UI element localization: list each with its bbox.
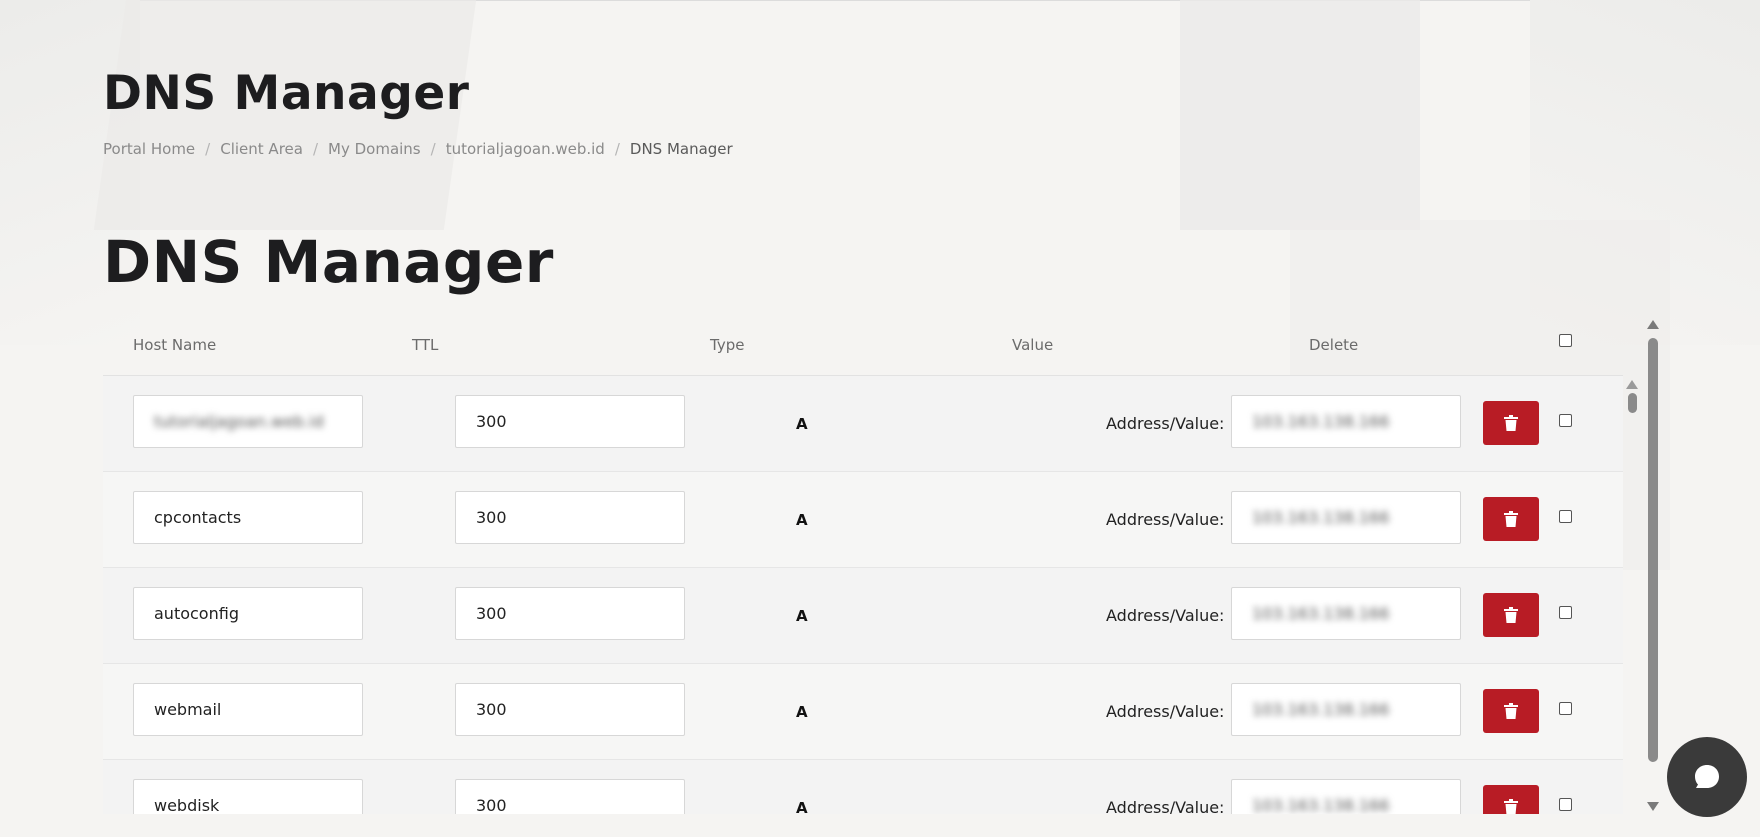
breadcrumb-separator: /	[312, 140, 319, 158]
address-value-input[interactable]: 103.163.138.166	[1231, 587, 1461, 640]
address-value-input[interactable]: 103.163.138.166	[1231, 491, 1461, 544]
record-type: A	[796, 511, 808, 529]
record-type: A	[796, 415, 808, 433]
delete-record-button[interactable]	[1483, 497, 1539, 541]
delete-record-button[interactable]	[1483, 689, 1539, 733]
top-border	[0, 0, 1760, 1]
trash-icon	[1504, 607, 1518, 623]
address-value-input[interactable]: 103.163.138.166	[1231, 395, 1461, 448]
scroll-up-arrow-icon[interactable]	[1647, 320, 1659, 329]
breadcrumb-separator: /	[205, 140, 211, 158]
breadcrumb-current: DNS Manager	[629, 140, 733, 158]
table-row: cpcontacts 300 A Address/Value: 103.163.…	[103, 472, 1623, 568]
delete-record-button[interactable]	[1483, 593, 1539, 637]
address-value-label: Address/Value:	[1106, 510, 1225, 529]
scrollbar-thumb[interactable]	[1648, 338, 1658, 762]
breadcrumb-portal-home[interactable]: Portal Home	[103, 140, 195, 158]
address-value: 103.163.138.166	[1252, 700, 1390, 719]
table-row: tutorialjagoan.web.id 300 A Address/Valu…	[103, 376, 1623, 472]
chat-button[interactable]	[1667, 737, 1747, 817]
breadcrumb-domain[interactable]: tutorialjagoan.web.id	[446, 140, 605, 158]
delete-record-button[interactable]	[1483, 785, 1539, 814]
address-value-label: Address/Value:	[1106, 606, 1225, 625]
section-title: DNS Manager	[103, 228, 554, 296]
delete-record-button[interactable]	[1483, 401, 1539, 445]
header-host-name: Host Name	[133, 336, 217, 354]
row-select-checkbox[interactable]	[1559, 798, 1572, 811]
breadcrumb: Portal Home / Client Area / My Domains /…	[103, 140, 733, 158]
table-scrollbar[interactable]	[1644, 318, 1662, 813]
row-select-checkbox[interactable]	[1559, 510, 1572, 523]
record-type: A	[796, 703, 808, 721]
ttl-input[interactable]: 300	[455, 395, 685, 448]
scrollbar-thumb[interactable]	[1628, 393, 1637, 413]
table-row: autoconfig 300 A Address/Value: 103.163.…	[103, 568, 1623, 664]
address-value-input[interactable]: 103.163.138.166	[1231, 779, 1461, 814]
table-header: Host Name TTL Type Value Delete	[103, 318, 1623, 376]
scroll-up-arrow-icon[interactable]	[1626, 380, 1638, 389]
address-value-label: Address/Value:	[1106, 702, 1225, 721]
address-value-input[interactable]: 103.163.138.166	[1231, 683, 1461, 736]
inner-scrollbar[interactable]	[1625, 380, 1639, 430]
page-title: DNS Manager	[103, 66, 470, 121]
address-value: 103.163.138.166	[1252, 796, 1390, 814]
trash-icon	[1504, 799, 1518, 814]
header-ttl: TTL	[412, 336, 439, 354]
header-delete: Delete	[1309, 336, 1359, 354]
background-shape	[1180, 0, 1420, 230]
breadcrumb-separator: /	[614, 140, 620, 158]
breadcrumb-my-domains[interactable]: My Domains	[328, 140, 421, 158]
background-shape	[1530, 0, 1760, 345]
chat-bubble-icon	[1695, 765, 1719, 788]
host-name-input[interactable]: cpcontacts	[133, 491, 363, 544]
ttl-input[interactable]: 300	[455, 491, 685, 544]
dns-records-list: tutorialjagoan.web.id 300 A Address/Valu…	[103, 376, 1623, 814]
host-name-value: tutorialjagoan.web.id	[154, 412, 324, 431]
address-value: 103.163.138.166	[1252, 508, 1390, 527]
row-select-checkbox[interactable]	[1559, 606, 1572, 619]
host-name-input[interactable]: webmail	[133, 683, 363, 736]
host-name-input[interactable]: tutorialjagoan.web.id	[133, 395, 363, 448]
host-name-input[interactable]: webdisk	[133, 779, 363, 814]
trash-icon	[1504, 703, 1518, 719]
header-value: Value	[1012, 336, 1054, 354]
trash-icon	[1504, 511, 1518, 527]
breadcrumb-separator: /	[430, 140, 436, 158]
address-value-label: Address/Value:	[1106, 798, 1225, 814]
table-row: webmail 300 A Address/Value: 103.163.138…	[103, 664, 1623, 760]
trash-icon	[1504, 415, 1518, 431]
table-row: webdisk 300 A Address/Value: 103.163.138…	[103, 760, 1623, 814]
ttl-input[interactable]: 300	[455, 683, 685, 736]
host-name-input[interactable]: autoconfig	[133, 587, 363, 640]
row-select-checkbox[interactable]	[1559, 414, 1572, 427]
record-type: A	[796, 799, 808, 814]
header-type: Type	[710, 336, 745, 354]
row-select-checkbox[interactable]	[1559, 702, 1572, 715]
address-value-label: Address/Value:	[1106, 414, 1225, 433]
address-value: 103.163.138.166	[1252, 412, 1390, 431]
select-all-checkbox[interactable]	[1559, 334, 1572, 347]
address-value: 103.163.138.166	[1252, 604, 1390, 623]
ttl-input[interactable]: 300	[455, 779, 685, 814]
ttl-input[interactable]: 300	[455, 587, 685, 640]
scroll-down-arrow-icon[interactable]	[1647, 802, 1659, 811]
record-type: A	[796, 607, 808, 625]
breadcrumb-client-area[interactable]: Client Area	[220, 140, 303, 158]
